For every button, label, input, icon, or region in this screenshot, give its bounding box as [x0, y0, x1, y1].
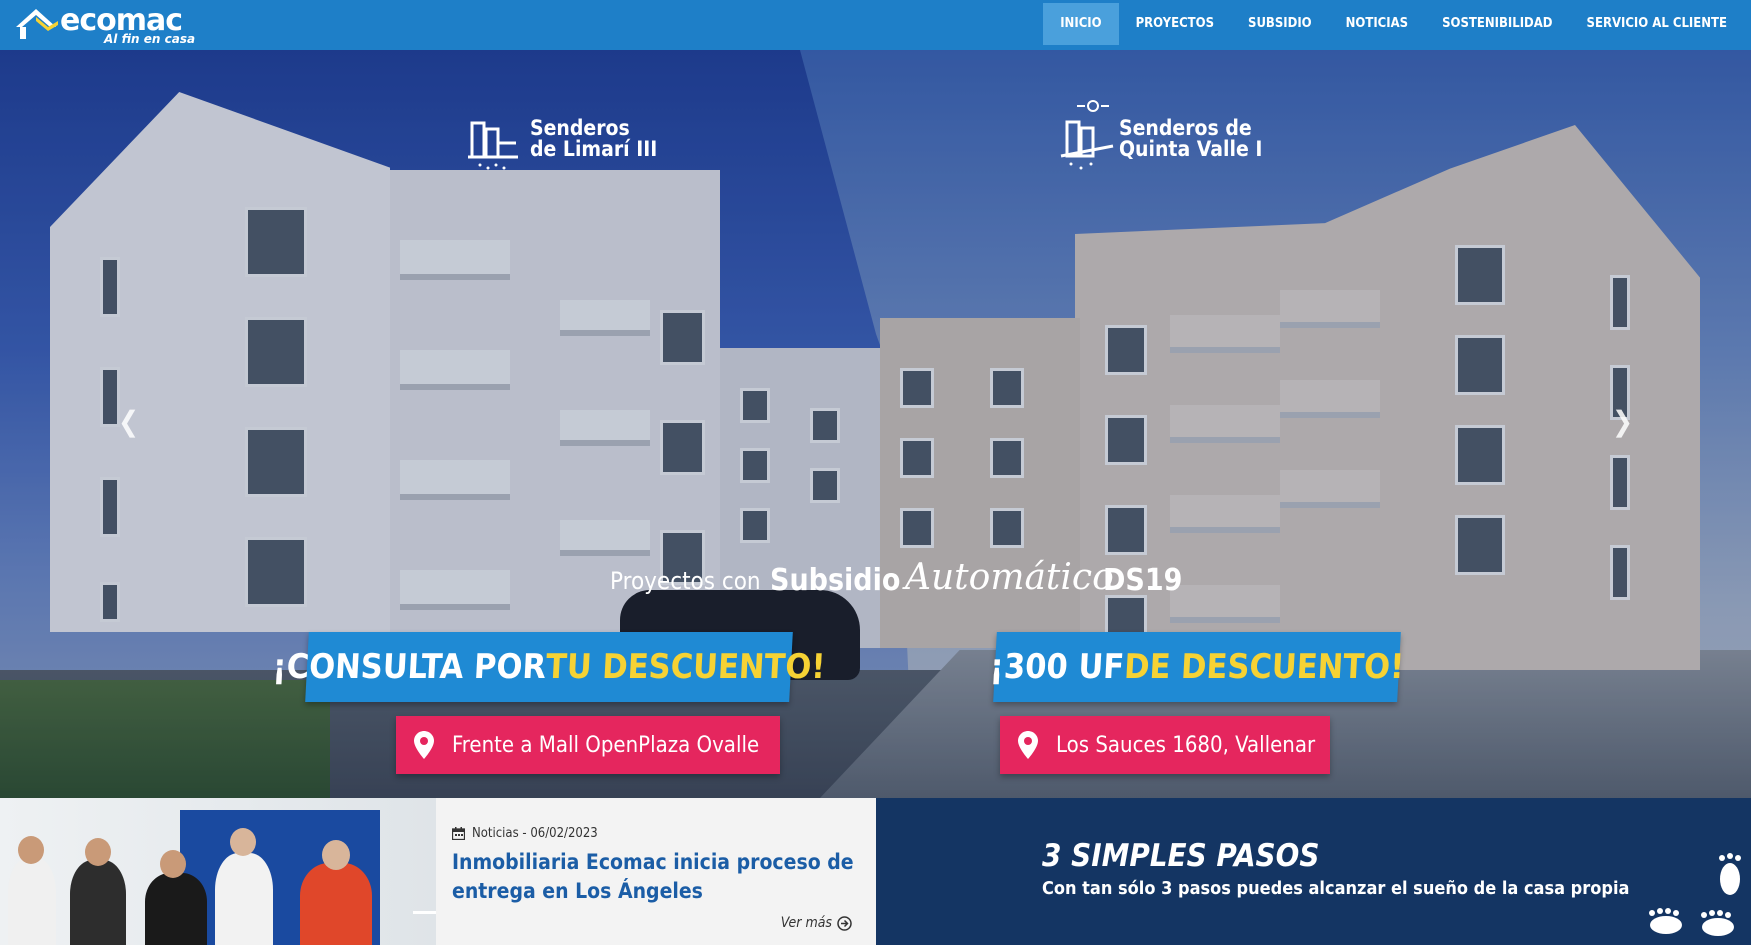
hero-overlay — [0, 50, 1751, 798]
left-discount-banner[interactable]: ¡CONSULTA POR TU DESCUENTO! — [272, 632, 826, 702]
footprint-icon — [1649, 908, 1682, 934]
chevron-right-icon: ❯ — [1612, 405, 1634, 438]
house-logo-icon — [16, 9, 58, 39]
news-title[interactable]: Inmobiliaria Ecomac inicia proceso de en… — [452, 848, 862, 906]
subsidio-script: Automático — [905, 557, 1114, 598]
site-header: ecomac Al fin en casa INICIO PROYECTOS S… — [0, 0, 1751, 50]
news-meta: Noticias - 06/02/2023 — [452, 826, 598, 841]
nav-item-noticias[interactable]: NOTICIAS — [1329, 3, 1425, 45]
brand-tagline: Al fin en casa — [104, 32, 196, 46]
right-discount-banner[interactable]: ¡300 UF DE DESCUENTO! — [989, 632, 1405, 702]
footprint-icon — [1719, 853, 1741, 895]
hero-carousel: ❮ ❯ Senderos de Limarí III Senderos de Q… — [0, 50, 1751, 798]
left-location-text: Frente a Mall OpenPlaza Ovalle — [452, 732, 760, 758]
left-project-title: Senderos de Limarí III — [530, 116, 658, 161]
brand-logo[interactable]: ecomac Al fin en casa — [12, 2, 202, 48]
news-card: Noticias - 06/02/2023 Inmobiliaria Ecoma… — [436, 798, 876, 945]
building-icon — [468, 121, 518, 170]
news-category-date: Noticias - 06/02/2023 — [472, 826, 598, 841]
subsidio-word: Subsidio — [770, 563, 901, 598]
left-location-button[interactable]: Frente a Mall OpenPlaza Ovalle — [396, 716, 780, 774]
map-pin-icon — [1018, 731, 1038, 759]
carousel-prev-button[interactable]: ❮ — [118, 405, 139, 438]
arrow-circle-right-icon — [837, 915, 852, 931]
subsidio-prefix: Proyectos con — [610, 567, 761, 595]
steps-subtitle: Con tan sólo 3 pasos puedes alcanzar el … — [1042, 878, 1630, 899]
right-location-text: Los Sauces 1680, Vallenar — [1056, 732, 1316, 758]
nav-item-servicio-al-cliente[interactable]: SERVICIO AL CLIENTE — [1570, 3, 1744, 45]
read-more-link[interactable]: Ver más — [781, 915, 852, 931]
news-image[interactable] — [0, 798, 436, 945]
main-nav: INICIO PROYECTOS SUBSIDIO NOTICIAS SOSTE… — [1043, 3, 1744, 45]
building-icon — [1060, 100, 1114, 170]
subsidio-code: DS19 — [1103, 563, 1183, 598]
chevron-left-icon: ❮ — [118, 405, 140, 438]
nav-item-proyectos[interactable]: PROYECTOS — [1119, 3, 1231, 45]
right-project-title: Senderos de Quinta Valle I — [1119, 116, 1263, 161]
nav-item-inicio[interactable]: INICIO — [1043, 3, 1119, 45]
steps-title: 3 SIMPLES PASOS — [1042, 838, 1320, 874]
subsidio-headline: Proyectos con Subsidio Automático DS19 — [610, 555, 1210, 615]
nav-item-subsidio[interactable]: SUBSIDIO — [1231, 3, 1329, 45]
carousel-next-button[interactable]: ❯ — [1612, 405, 1633, 438]
nav-item-sostenibilidad[interactable]: SOSTENIBILIDAD — [1425, 3, 1569, 45]
footprint-icon — [1701, 910, 1734, 936]
steps-section[interactable]: 3 SIMPLES PASOS Con tan sólo 3 pasos pue… — [876, 798, 1751, 945]
calendar-icon — [452, 827, 465, 840]
right-location-button[interactable]: Los Sauces 1680, Vallenar — [1000, 716, 1330, 774]
map-pin-icon — [414, 731, 434, 759]
